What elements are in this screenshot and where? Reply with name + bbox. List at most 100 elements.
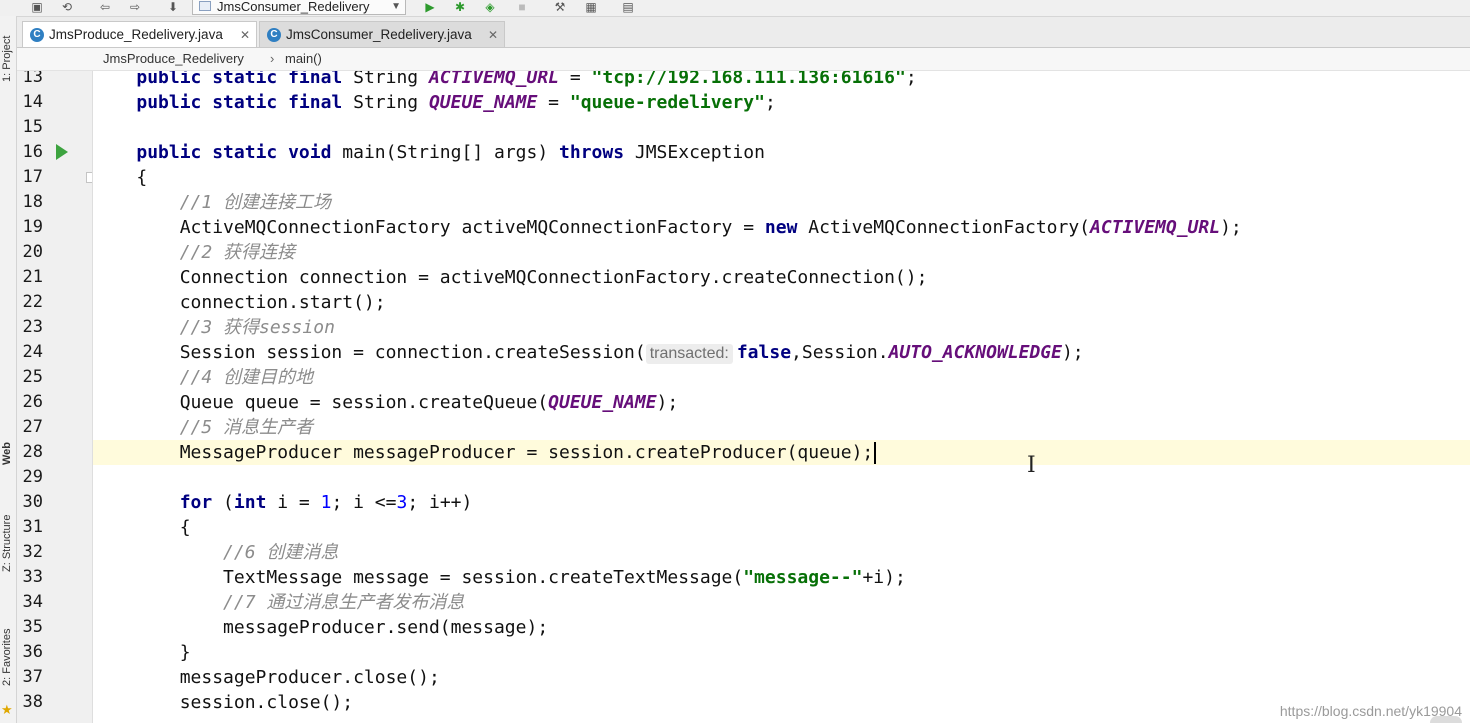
java-class-icon: C xyxy=(30,28,44,42)
code-token: ; i <= xyxy=(331,492,397,513)
code-line[interactable]: { xyxy=(93,515,191,540)
code-line[interactable]: //7 通过消息生产者发布消息 xyxy=(93,590,464,615)
code-line[interactable]: messageProducer.send(message); xyxy=(93,615,548,640)
breadcrumb-method[interactable]: main() xyxy=(285,48,322,70)
code-line[interactable]: } xyxy=(93,640,191,665)
code-line[interactable]: connection.start(); xyxy=(93,290,386,315)
code-line[interactable]: session.close(); xyxy=(93,690,353,715)
code-line[interactable]: for (int i = 1; i <=3; i++) xyxy=(93,490,473,515)
code-token: session.close(); xyxy=(93,692,354,713)
code-line[interactable]: Connection connection = activeMQConnecti… xyxy=(93,265,928,290)
back-icon[interactable]: ⇦ xyxy=(96,0,114,14)
code-token: ( xyxy=(212,492,234,513)
coverage-icon[interactable]: ◈ xyxy=(481,0,499,14)
code-token: false xyxy=(736,342,792,363)
code-token: i = xyxy=(266,492,321,513)
code-token: { xyxy=(93,167,148,188)
sdk-icon[interactable]: ▦ xyxy=(582,0,600,14)
code-token: 1 xyxy=(320,492,332,513)
code-token: = xyxy=(559,71,592,88)
line-number: 30 xyxy=(22,492,43,512)
code-line[interactable]: //6 创建消息 xyxy=(93,540,338,565)
build-icon[interactable]: ⬇ xyxy=(164,0,182,14)
code-line[interactable]: { xyxy=(93,165,147,190)
code-token: ); xyxy=(1220,217,1242,238)
code-token: int xyxy=(233,492,267,513)
code-line[interactable]: MessageProducer messageProducer = sessio… xyxy=(93,440,874,465)
line-number: 34 xyxy=(22,592,43,612)
code-line[interactable]: //1 创建连接工场 xyxy=(93,190,331,215)
tab-jmsproduce-redelivery[interactable]: C JmsProduce_Redelivery.java ✕ xyxy=(22,21,257,47)
terminal-icon[interactable]: ▤ xyxy=(619,0,637,14)
fold-icon[interactable] xyxy=(86,172,92,183)
close-icon[interactable]: ✕ xyxy=(240,22,250,48)
code-line[interactable]: public static final String ACTIVEMQ_URL … xyxy=(93,71,916,90)
code-line[interactable]: //4 创建目的地 xyxy=(93,365,313,390)
line-number: 15 xyxy=(22,117,43,137)
line-number: 29 xyxy=(22,467,43,487)
code-token: JMSException xyxy=(624,142,765,163)
config-icon xyxy=(199,1,211,11)
code-editor[interactable]: public static final String ACTIVEMQ_URL … xyxy=(93,71,1470,723)
code-token: 3 xyxy=(396,492,408,513)
scrollbar-thumb[interactable] xyxy=(1430,716,1462,723)
code-line[interactable]: //2 获得连接 xyxy=(93,240,295,265)
run-configuration-dropdown[interactable]: JmsConsumer_Redelivery ▼ xyxy=(192,0,406,15)
line-number: 13 xyxy=(22,71,43,87)
tab-jmsconsumer-redelivery[interactable]: C JmsConsumer_Redelivery.java ✕ xyxy=(259,21,505,47)
code-line[interactable]: public static final String QUEUE_NAME = … xyxy=(93,90,775,115)
code-line[interactable]: //3 获得session xyxy=(93,315,335,340)
code-line[interactable]: Queue queue = session.createQueue(QUEUE_… xyxy=(93,390,679,415)
forward-icon[interactable]: ⇨ xyxy=(126,0,144,14)
code-line[interactable]: messageProducer.close(); xyxy=(93,665,440,690)
line-number: 35 xyxy=(22,617,43,637)
breadcrumb-separator: › xyxy=(270,51,275,66)
code-line[interactable]: Session session = connection.createSessi… xyxy=(93,340,1084,365)
project-structure-icon[interactable]: ⚒ xyxy=(551,0,569,14)
code-token: main(String[] args) xyxy=(331,142,560,163)
project-tool-tab[interactable]: 1: Project xyxy=(0,24,16,94)
close-icon[interactable]: ✕ xyxy=(488,22,498,48)
code-line[interactable]: public static void main(String[] args) t… xyxy=(93,140,765,165)
line-number-gutter[interactable]: 13 14 15 16 17 18 19 20 21 22 23 24 25 26 27 28 29 30 31 32… xyxy=(17,71,93,723)
code-line[interactable]: //5 消息生产者 xyxy=(93,415,313,440)
code-token: } xyxy=(93,642,191,663)
code-token: //5 消息生产者 xyxy=(179,417,314,438)
code-token: //3 获得session xyxy=(179,317,335,338)
line-number: 20 xyxy=(22,242,43,262)
code-line[interactable]: ActiveMQConnectionFactory activeMQConnec… xyxy=(93,215,1242,240)
code-token: public static void xyxy=(136,142,332,163)
line-number: 16 xyxy=(22,142,43,162)
web-tool-tab[interactable]: Web xyxy=(0,428,16,478)
line-number: 32 xyxy=(22,542,43,562)
star-icon: ★ xyxy=(1,702,13,717)
stop-icon[interactable]: ■ xyxy=(513,0,531,14)
debug-icon[interactable]: ✱ xyxy=(451,0,469,14)
favorites-tool-tab[interactable]: 2: Favorites xyxy=(0,612,16,702)
code-token: { xyxy=(93,517,191,538)
line-number: 28 xyxy=(22,442,43,462)
code-line[interactable]: TextMessage message = session.createText… xyxy=(93,565,906,590)
code-token: "message--" xyxy=(743,567,863,588)
save-icon[interactable]: ▣ xyxy=(28,0,46,14)
run-gutter-icon[interactable] xyxy=(56,144,68,160)
line-number: 24 xyxy=(22,342,43,362)
code-token: "queue-redelivery" xyxy=(569,92,765,113)
code-token: for xyxy=(179,492,213,513)
sync-icon[interactable]: ⟲ xyxy=(58,0,76,14)
code-token: QUEUE_NAME xyxy=(428,92,538,113)
run-icon[interactable]: ▶ xyxy=(421,0,439,14)
code-token: ,Session. xyxy=(791,342,889,363)
line-number: 25 xyxy=(22,367,43,387)
code-token: +i); xyxy=(862,567,906,588)
main-toolbar: ▣ ⟲ ⇦ ⇨ ⬇ JmsConsumer_Redelivery ▼ ▶ ✱ ◈… xyxy=(0,0,1470,17)
structure-tool-tab[interactable]: Z: Structure xyxy=(0,498,16,588)
breadcrumb-class[interactable]: JmsProduce_Redelivery xyxy=(103,48,244,70)
